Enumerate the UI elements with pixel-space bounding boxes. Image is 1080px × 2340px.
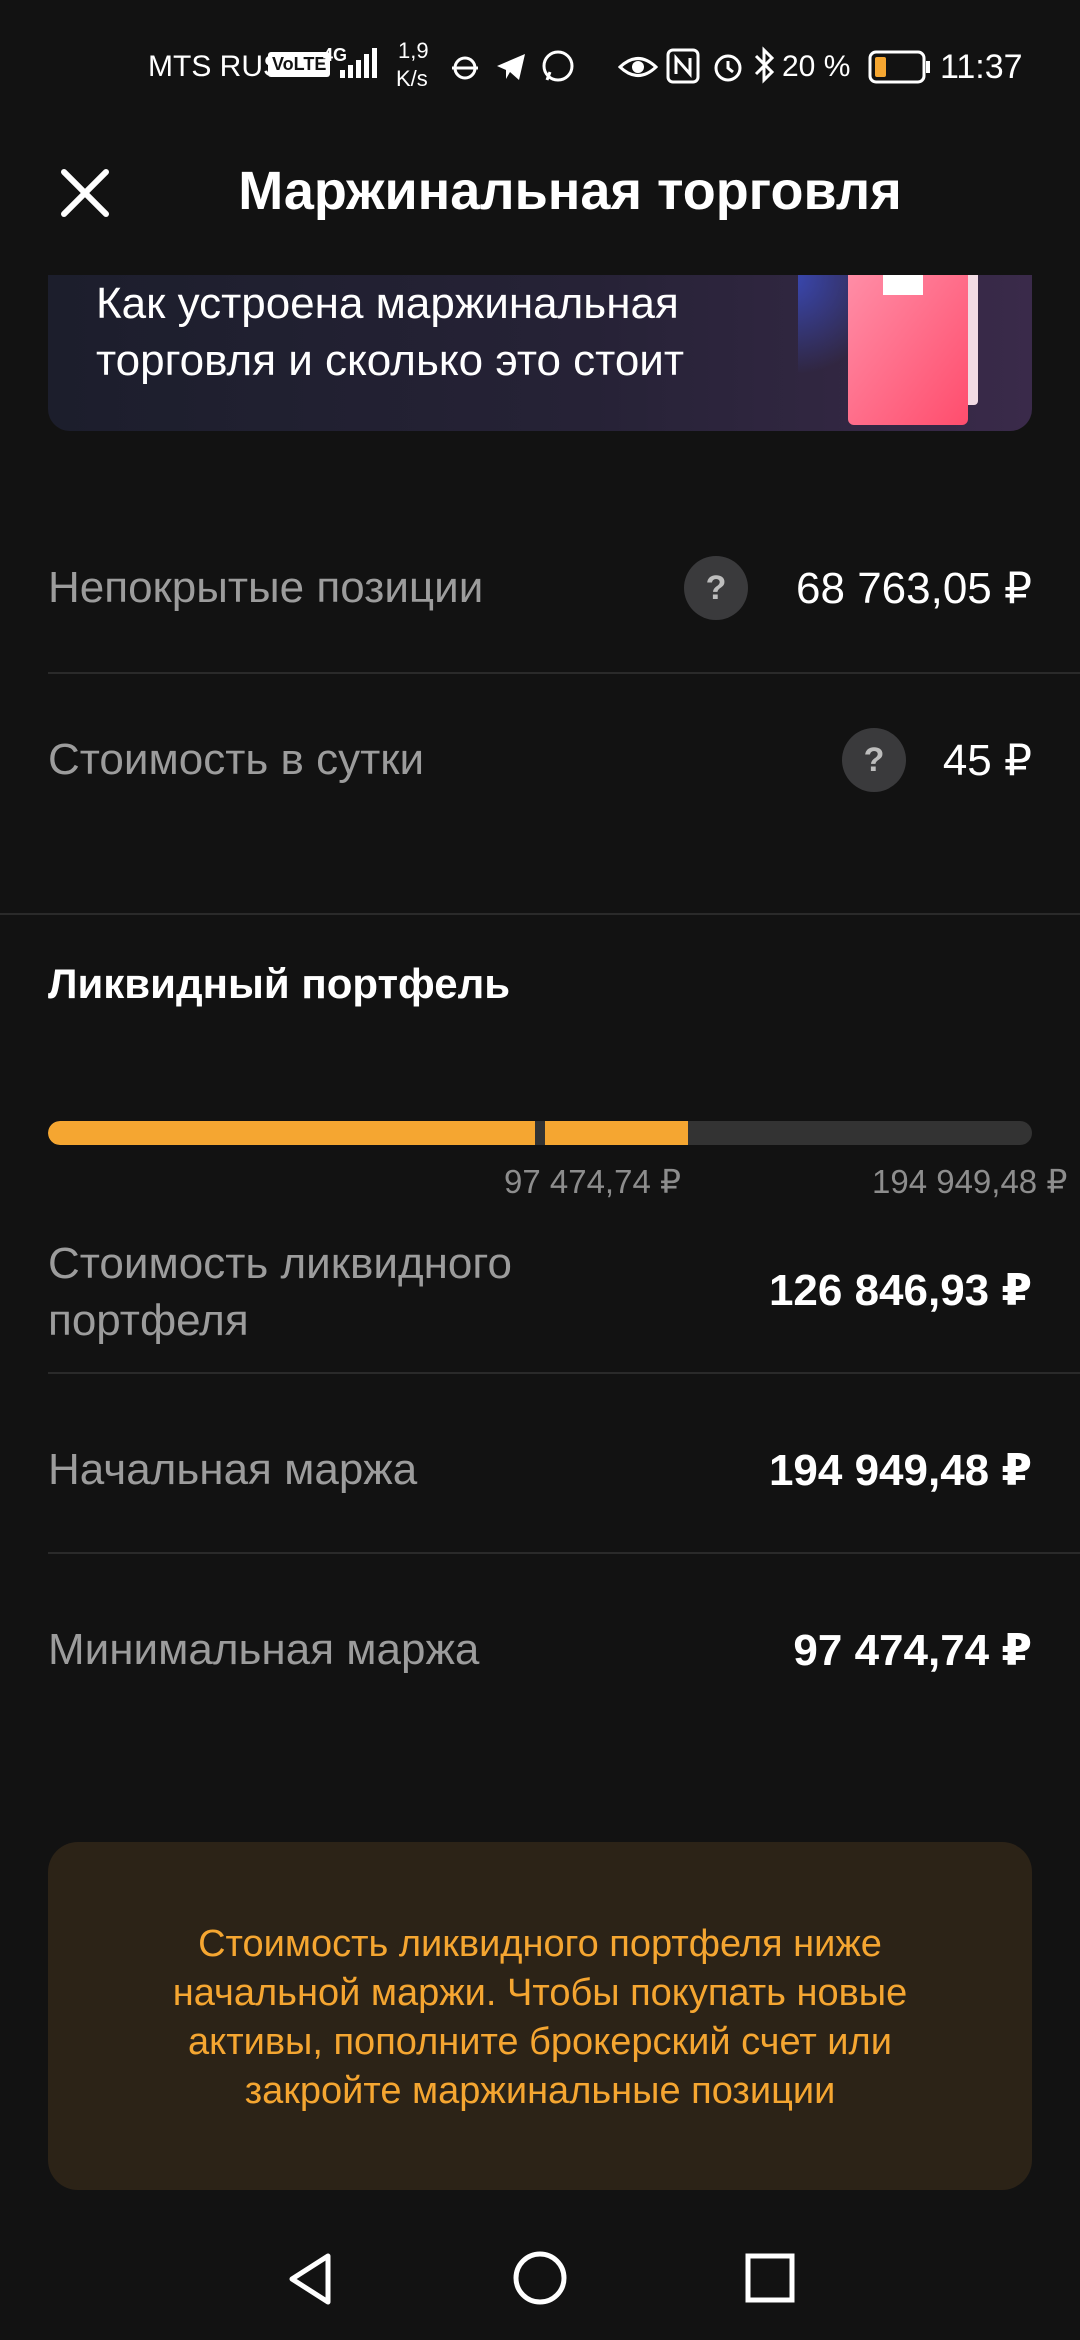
uncovered-positions-label: Непокрытые позиции <box>48 563 484 612</box>
min-margin-label: Минимальная маржа <box>48 1625 480 1674</box>
battery-icon <box>868 50 930 84</box>
bluetooth-icon <box>754 46 775 84</box>
liquid-value-label: Стоимость ликвидного портфеля <box>48 1239 512 1345</box>
speed-value: 1,9 <box>398 38 429 63</box>
home-circle-icon[interactable] <box>512 2250 568 2306</box>
section-divider <box>0 913 1080 915</box>
min-margin-tick: 97 474,74 ₽ <box>504 1163 681 1200</box>
bug-icon <box>452 56 478 80</box>
nfc-icon <box>666 48 700 84</box>
question-icon: ? <box>863 741 885 779</box>
page-title: Маржинальная торговля <box>238 161 902 221</box>
warning-text: Стоимость ликвидного портфеля ниже начал… <box>172 1923 908 2112</box>
progress-fill-min <box>48 1121 535 1145</box>
alarm-icon <box>714 54 742 82</box>
clock: 11:37 <box>940 48 1023 86</box>
section-title: Ликвидный портфель <box>48 960 511 1007</box>
whatsapp-icon <box>542 50 574 82</box>
eye-icon <box>618 57 658 77</box>
initial-margin-tick: 194 949,48 ₽ <box>872 1163 1068 1200</box>
info-banner[interactable]: Как устроена маржинальная торговля и ско… <box>48 275 1032 431</box>
carrier-label: MTS RUS <box>148 50 283 83</box>
banner-text: Как устроена маржинальная торговля и ско… <box>96 279 685 385</box>
divider <box>48 1372 1080 1374</box>
signal-icon <box>340 48 377 78</box>
daily-cost-help-button[interactable]: ? <box>842 728 906 792</box>
recent-square-icon[interactable] <box>744 2252 796 2304</box>
system-nav-bar <box>0 2220 1080 2340</box>
telegram-icon <box>497 54 525 80</box>
initial-margin-value: 194 949,48 ₽ <box>768 1446 1032 1495</box>
speed-unit: K/s <box>396 66 428 91</box>
divider <box>48 672 1080 674</box>
uncovered-help-button[interactable]: ? <box>684 556 748 620</box>
liquid-progress-bar <box>48 1121 1032 1145</box>
volte-badge: VoLTE <box>268 52 331 77</box>
liquid-value: 126 846,93 ₽ <box>768 1266 1032 1315</box>
banner-illustration <box>798 275 978 425</box>
warning-box: Стоимость ликвидного портфеля ниже начал… <box>48 1842 1032 2190</box>
progress-fill-current <box>545 1121 689 1145</box>
divider <box>48 1552 1080 1554</box>
daily-cost-value: 45 ₽ <box>942 736 1032 785</box>
status-bar: MTS RUS VoLTE 4G 1,9 K/s 20 % 11:37 <box>0 0 1080 130</box>
min-margin-value: 97 474,74 ₽ <box>793 1626 1032 1675</box>
daily-cost-label: Стоимость в сутки <box>48 735 425 784</box>
initial-margin-label: Начальная маржа <box>48 1445 418 1494</box>
battery-percent: 20 % <box>782 50 851 83</box>
uncovered-positions-value: 68 763,05 ₽ <box>796 564 1032 613</box>
back-triangle-icon[interactable] <box>284 2250 336 2308</box>
question-icon: ? <box>705 569 727 607</box>
